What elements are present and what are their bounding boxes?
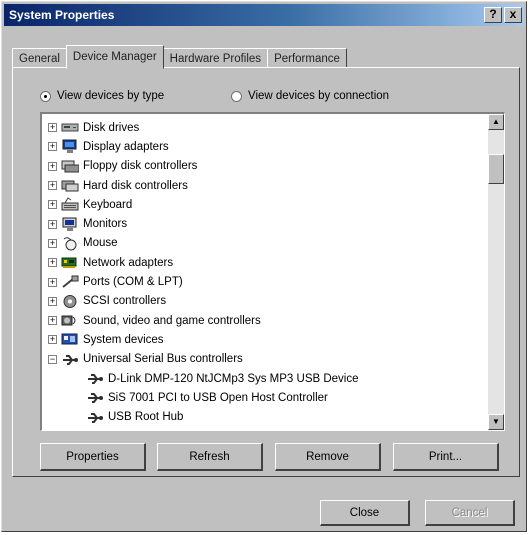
expand-icon[interactable]: +: [48, 238, 57, 248]
scsi-controller-icon: [61, 294, 79, 309]
expand-icon[interactable]: +: [48, 123, 57, 133]
hard-disk-controller-icon: [61, 178, 79, 193]
sound-icon: [61, 313, 79, 328]
view-by-type-option[interactable]: View devices by type: [40, 90, 164, 102]
device-category-label: Mouse: [83, 237, 118, 250]
device-category-label: Display adapters: [83, 140, 169, 153]
device-category-label: Sound, video and game controllers: [83, 314, 261, 327]
device-row[interactable]: D-Link DMP-120 NtJCMp3 Sys MP3 USB Devic…: [48, 369, 484, 388]
scroll-up-button[interactable]: ▲: [488, 114, 504, 130]
device-category-row[interactable]: + System devices: [48, 330, 484, 349]
device-category-label: Hard disk controllers: [83, 179, 188, 192]
device-category-label: Ports (COM & LPT): [83, 276, 183, 289]
tab-device-manager[interactable]: Device Manager: [65, 45, 164, 69]
device-category-row[interactable]: + Sound, video and game controllers: [48, 311, 484, 330]
system-properties-window: System Properties ? x General Device Man…: [1, 1, 527, 532]
properties-button[interactable]: Properties: [40, 443, 146, 471]
device-label: USB Root Hub: [108, 411, 184, 424]
device-category-row[interactable]: + Mouse: [48, 234, 484, 253]
device-category-row[interactable]: + Hard disk controllers: [48, 176, 484, 195]
device-category-label: SCSI controllers: [83, 295, 167, 308]
device-manager-panel: View devices by type View devices by con…: [12, 67, 520, 477]
device-row[interactable]: SiS 7001 PCI to USB Open Host Controller: [48, 388, 484, 407]
usb-device-icon: [86, 371, 104, 386]
device-row[interactable]: USB Root Hub: [48, 407, 484, 426]
close-button[interactable]: Close: [320, 500, 410, 526]
print-button[interactable]: Print...: [393, 443, 499, 471]
device-tree-list: + Disk drives + Display adapters + Floppy dis…: [48, 118, 484, 427]
device-category-row[interactable]: + Monitors: [48, 214, 484, 233]
system-devices-icon: [61, 332, 79, 347]
window-title: System Properties: [9, 8, 115, 22]
view-by-type-label: View devices by type: [57, 90, 165, 102]
expand-icon[interactable]: +: [48, 219, 57, 229]
cancel-button[interactable]: Cancel: [425, 500, 515, 526]
collapse-icon[interactable]: −: [48, 354, 57, 364]
device-category-row[interactable]: + Display adapters: [48, 137, 484, 156]
device-category-row[interactable]: + Keyboard: [48, 195, 484, 214]
device-label: SiS 7001 PCI to USB Open Host Controller: [108, 391, 328, 404]
title-bar[interactable]: System Properties ? x: [4, 4, 524, 26]
port-icon: [61, 275, 79, 290]
device-category-row[interactable]: + Disk drives: [48, 118, 484, 137]
keyboard-icon: [61, 197, 79, 212]
mouse-icon: [61, 236, 79, 251]
expand-icon[interactable]: +: [48, 181, 57, 191]
usb-device-icon: [86, 410, 104, 425]
device-category-label: Monitors: [83, 218, 128, 231]
vertical-scrollbar[interactable]: ▲ ▼: [488, 114, 504, 430]
expand-icon[interactable]: +: [48, 142, 57, 152]
tab-performance[interactable]: Performance: [267, 48, 347, 68]
expand-icon[interactable]: +: [48, 258, 57, 268]
usb-device-icon: [86, 390, 104, 405]
device-category-label: Network adapters: [83, 256, 174, 269]
scroll-down-button[interactable]: ▼: [488, 414, 504, 430]
view-by-connection-label: View devices by connection: [248, 90, 390, 102]
view-by-connection-radio[interactable]: [231, 90, 242, 102]
remove-button[interactable]: Remove: [275, 443, 381, 471]
device-tree[interactable]: + Disk drives + Display adapters + Floppy dis…: [40, 112, 505, 431]
expand-icon[interactable]: +: [48, 316, 57, 326]
expand-icon[interactable]: +: [48, 161, 57, 171]
help-button[interactable]: ?: [484, 7, 502, 23]
tab-strip: General Device Manager Hardware Profiles…: [12, 44, 347, 69]
device-category-row[interactable]: + SCSI controllers: [48, 292, 484, 311]
scroll-thumb[interactable]: [488, 154, 504, 184]
view-by-connection-option[interactable]: View devices by connection: [231, 90, 389, 102]
device-category-row[interactable]: + Floppy disk controllers: [48, 157, 484, 176]
usb-icon: [61, 352, 79, 367]
device-category-label: Disk drives: [83, 121, 140, 134]
device-category-label: Universal Serial Bus controllers: [83, 353, 243, 366]
close-window-button[interactable]: x: [504, 7, 522, 23]
monitor-icon: [61, 217, 79, 232]
device-label: D-Link DMP-120 NtJCMp3 Sys MP3 USB Devic…: [108, 372, 359, 385]
network-adapter-icon: [61, 255, 79, 270]
floppy-controller-icon: [61, 159, 80, 174]
device-category-label: Floppy disk controllers: [83, 160, 198, 173]
tab-general[interactable]: General: [12, 48, 67, 68]
tab-hardware-profiles[interactable]: Hardware Profiles: [162, 48, 269, 68]
expand-icon[interactable]: +: [48, 335, 57, 345]
disk-drive-icon: [61, 120, 79, 135]
device-category-label: System devices: [83, 333, 164, 346]
device-category-row[interactable]: + Ports (COM & LPT): [48, 272, 484, 291]
refresh-button[interactable]: Refresh: [157, 443, 263, 471]
device-category-row[interactable]: + Network adapters: [48, 253, 484, 272]
expand-icon[interactable]: +: [48, 200, 57, 210]
device-category-label: Keyboard: [83, 198, 133, 211]
device-category-row[interactable]: − Universal Serial Bus controllers: [48, 350, 484, 369]
display-adapter-icon: [61, 139, 79, 154]
expand-icon[interactable]: +: [48, 277, 57, 287]
view-by-type-radio[interactable]: [40, 90, 51, 102]
expand-icon[interactable]: +: [48, 296, 57, 306]
